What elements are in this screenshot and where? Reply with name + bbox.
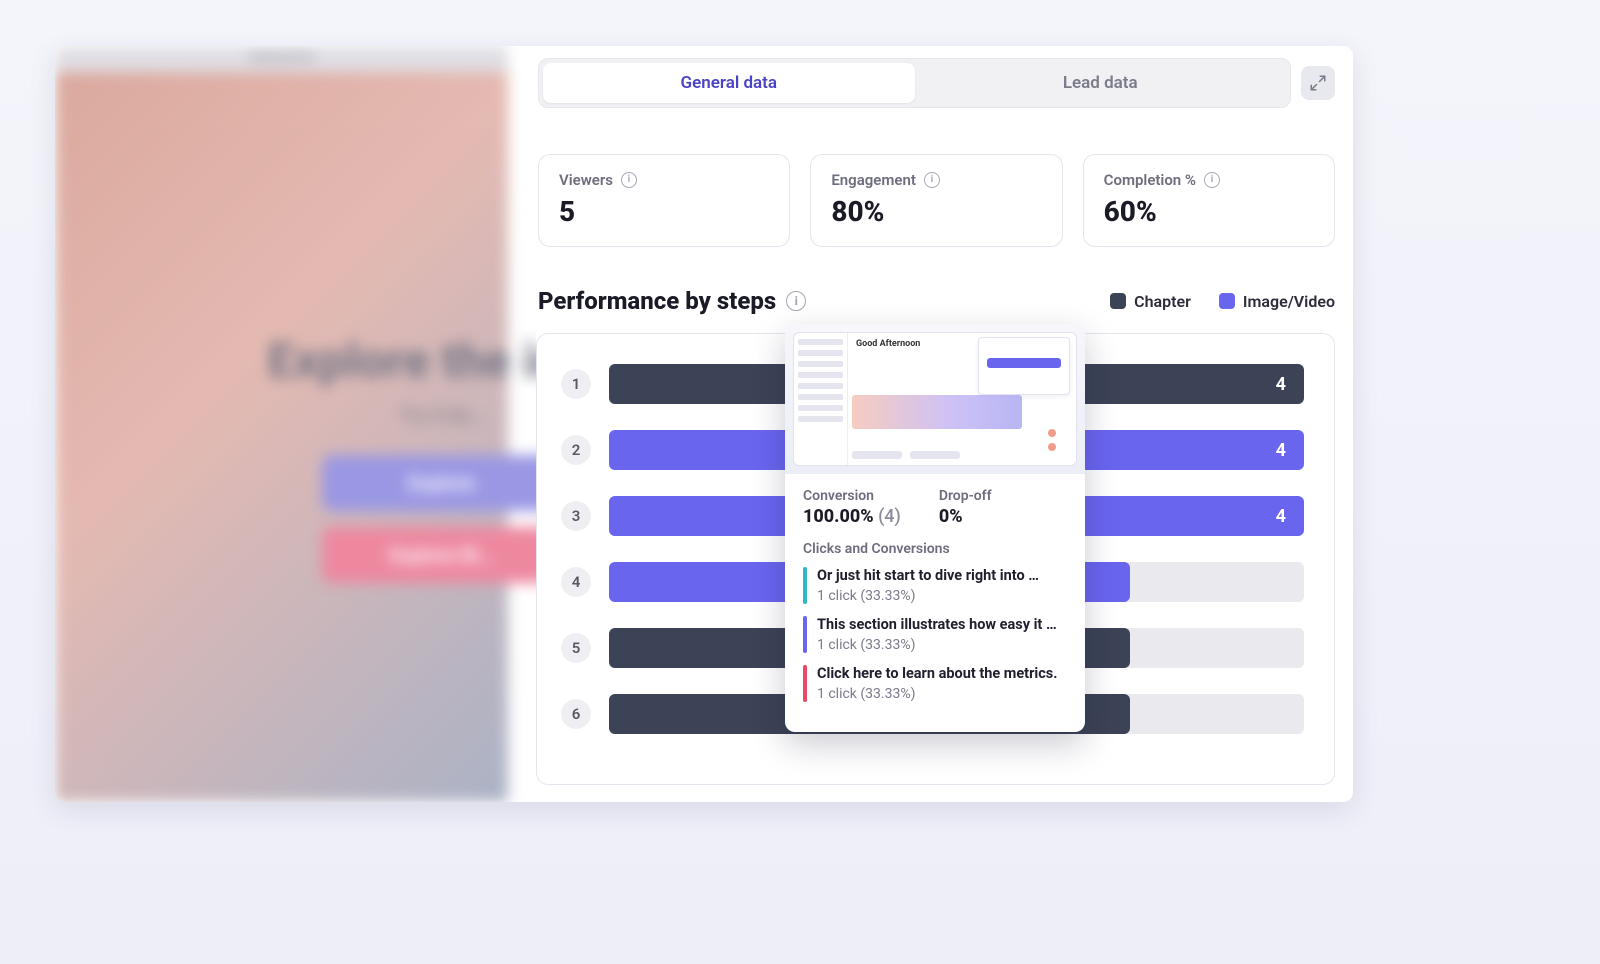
legend: Chapter Image/Video (1110, 292, 1335, 311)
preview-cta-primary[interactable]: Explore (322, 455, 562, 511)
stat-value-viewers: 5 (559, 195, 769, 228)
info-icon[interactable]: i (621, 172, 637, 188)
tooltip-dropoff-label: Drop-off (939, 488, 992, 504)
swatch-media (1219, 293, 1235, 309)
stat-label-viewers: Viewers (559, 171, 613, 189)
expand-button[interactable] (1301, 66, 1335, 100)
stat-card-engagement: Engagement i 80% (810, 154, 1062, 247)
demo-preview-panel: Interactive Explore the int… Try it be… … (55, 46, 508, 802)
stat-label-completion: Completion % (1104, 171, 1196, 189)
tooltip-conversion: Conversion 100.00% (4) (803, 488, 901, 527)
conversion-title: Or just hit start to dive right into … (817, 567, 1067, 586)
tooltip-thumbnail: Good Afternoon (785, 324, 1085, 474)
stat-card-completion: Completion % i 60% (1083, 154, 1335, 247)
legend-label-chapter: Chapter (1134, 292, 1191, 311)
tab-group: General data Lead data (538, 58, 1291, 108)
conversion-sub: 1 click (33.33%) (817, 637, 1067, 653)
conversion-color-bar (803, 567, 807, 604)
section-title: Performance by steps (538, 287, 776, 315)
tooltip-conversion-label: Conversion (803, 488, 901, 504)
info-icon[interactable]: i (786, 291, 806, 311)
step-number: 4 (561, 567, 591, 597)
expand-icon (1309, 74, 1327, 92)
conversion-sub: 1 click (33.33%) (817, 588, 1067, 604)
legend-item-media: Image/Video (1219, 292, 1335, 311)
swatch-chapter (1110, 293, 1126, 309)
preview-hero: Explore the int… Try it be… Explore Expl… (55, 72, 508, 802)
conversion-title: Click here to learn about the metrics. (817, 665, 1067, 684)
step-tooltip: Good Afternoon Conversion (785, 324, 1085, 732)
stat-value-engagement: 80% (831, 195, 1041, 228)
info-icon[interactable]: i (924, 172, 940, 188)
step-number: 1 (561, 369, 591, 399)
step-number: 5 (561, 633, 591, 663)
step-number: 2 (561, 435, 591, 465)
tab-lead-data[interactable]: Lead data (915, 63, 1287, 103)
performance-chart: 142434456 Good Afternoon (536, 333, 1335, 785)
analytics-panel: General data Lead data Viewers i 5 Engag… (536, 46, 1353, 802)
tooltip-conversion-value: 100.00% (803, 506, 874, 527)
preview-top-bar: Interactive (55, 46, 508, 72)
conversion-item[interactable]: Click here to learn about the metrics. 1 … (803, 665, 1067, 702)
legend-label-media: Image/Video (1243, 292, 1335, 311)
tooltip-dropoff-value: 0% (939, 506, 992, 527)
preview-cta-secondary[interactable]: Explore Bi… (322, 527, 562, 583)
tooltip-section-title: Clicks and Conversions (803, 541, 1067, 557)
stat-card-viewers: Viewers i 5 (538, 154, 790, 247)
step-number: 6 (561, 699, 591, 729)
tab-general-data[interactable]: General data (543, 63, 915, 103)
conversion-item[interactable]: Or just hit start to dive right into … 1 … (803, 567, 1067, 604)
conversion-color-bar (803, 665, 807, 702)
conversion-color-bar (803, 616, 807, 653)
tooltip-dropoff: Drop-off 0% (939, 488, 992, 527)
stat-value-completion: 60% (1104, 195, 1314, 228)
conversion-item[interactable]: This section illustrates how easy it … 1 … (803, 616, 1067, 653)
step-number: 3 (561, 501, 591, 531)
info-icon[interactable]: i (1204, 172, 1220, 188)
conversion-title: This section illustrates how easy it … (817, 616, 1067, 635)
conversion-sub: 1 click (33.33%) (817, 686, 1067, 702)
tooltip-conversion-count: (4) (878, 506, 901, 527)
stat-label-engagement: Engagement (831, 171, 916, 189)
legend-item-chapter: Chapter (1110, 292, 1191, 311)
